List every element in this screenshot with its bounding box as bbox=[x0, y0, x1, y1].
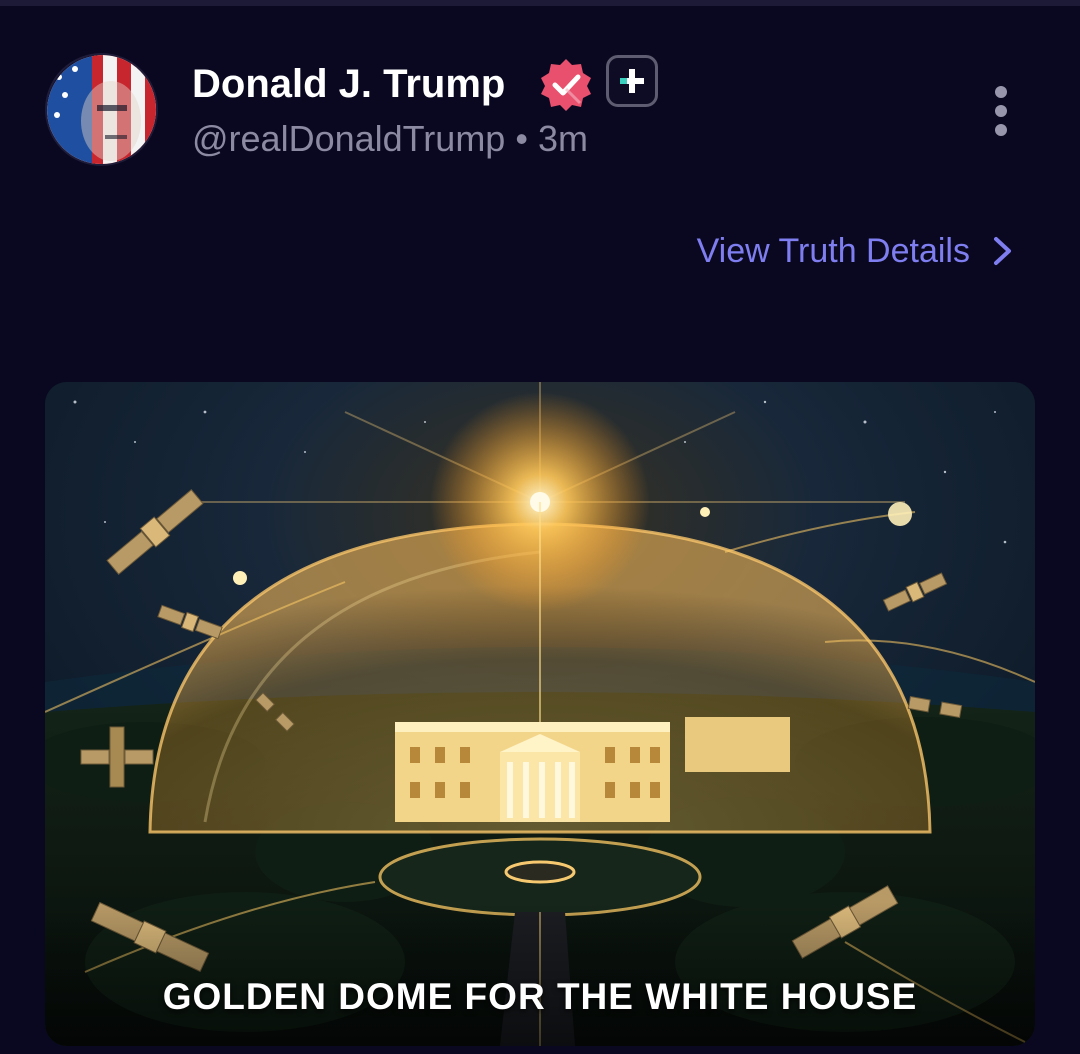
verified-badge-icon bbox=[538, 56, 594, 112]
post-image[interactable]: GOLDEN DOME FOR THE WHITE HOUSE bbox=[45, 382, 1035, 1046]
vertical-ellipsis-icon[interactable] bbox=[988, 86, 1014, 136]
plus-badge-icon[interactable] bbox=[606, 55, 658, 107]
author-display-name[interactable]: Donald J. Trump bbox=[192, 60, 505, 108]
golden-dome-illustration bbox=[45, 382, 1035, 1046]
meta-separator: • bbox=[515, 118, 528, 159]
post-header: Donald J. Trump @realDonaldTrump • 3m bbox=[0, 0, 1080, 200]
post-timestamp[interactable]: 3m bbox=[538, 118, 588, 159]
image-caption: GOLDEN DOME FOR THE WHITE HOUSE bbox=[162, 976, 918, 1017]
view-truth-details-label: View Truth Details bbox=[696, 232, 970, 270]
view-truth-details-link[interactable]: View Truth Details bbox=[697, 228, 1014, 274]
author-meta: @realDonaldTrump • 3m bbox=[192, 117, 588, 161]
avatar[interactable] bbox=[45, 53, 158, 166]
chevron-right-icon bbox=[994, 237, 1011, 265]
author-handle[interactable]: @realDonaldTrump bbox=[192, 118, 505, 159]
